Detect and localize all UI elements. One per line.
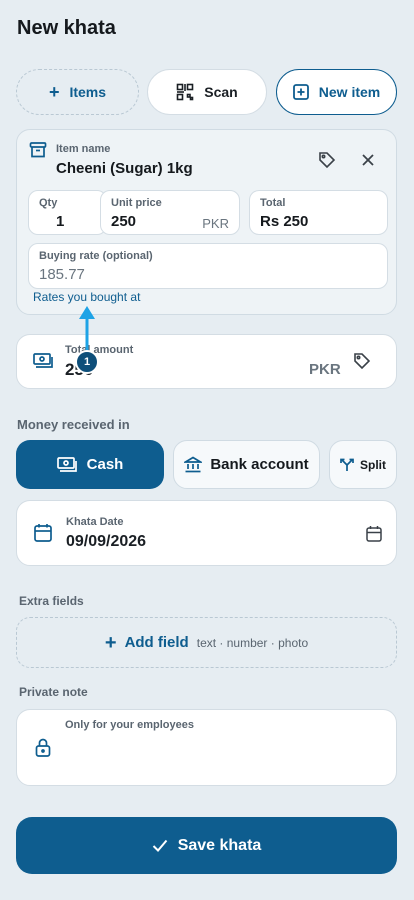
item-total-value: Rs 250: [260, 213, 309, 230]
split-icon: [340, 458, 354, 472]
annotation-badge: 1: [75, 350, 99, 374]
plus-square-icon: [292, 84, 309, 100]
item-name-label: Item name: [56, 143, 111, 155]
cash-notes-icon: [33, 353, 53, 369]
tag-icon[interactable]: [353, 352, 371, 370]
check-icon: [152, 839, 168, 852]
save-khata-button[interactable]: Save khata: [16, 817, 397, 874]
archive-box-icon: [29, 141, 47, 159]
plus-icon: +: [48, 82, 60, 102]
total-amount-currency: PKR: [309, 361, 341, 378]
items-button-label: Items: [69, 84, 107, 100]
save-khata-label: Save khata: [177, 836, 262, 854]
new-item-button[interactable]: New item: [276, 69, 397, 115]
unit-price-value: 250: [111, 213, 137, 230]
khata-date-value: 09/09/2026: [66, 533, 147, 550]
item-name-value[interactable]: Cheeni (Sugar) 1kg: [56, 160, 193, 177]
payment-option-cash-label: Cash: [86, 456, 124, 473]
buying-rate-label: Buying rate (optional): [39, 250, 153, 262]
item-card: Item name Cheeni (Sugar) 1kg Qty 1 Unit …: [16, 129, 397, 315]
payment-option-bank[interactable]: Bank account: [173, 440, 320, 489]
khata-date-field[interactable]: Khata Date 09/09/2026: [16, 500, 397, 566]
bank-icon: [184, 456, 203, 474]
payment-option-split[interactable]: Split: [329, 440, 397, 489]
item-total-label: Total: [260, 197, 286, 209]
unit-price-currency: PKR: [202, 216, 229, 231]
payment-option-cash[interactable]: Cash: [16, 440, 164, 489]
buying-rate-hint: Rates you bought at: [33, 290, 141, 304]
scan-button[interactable]: Scan: [147, 69, 267, 115]
qty-label: Qty: [39, 197, 58, 209]
private-note-label: Private note: [19, 685, 88, 699]
unit-price-label: Unit price: [111, 197, 162, 209]
money-received-label: Money received in: [17, 417, 130, 432]
close-icon[interactable]: [360, 152, 376, 168]
private-note-placeholder: Only for your employees: [65, 719, 194, 731]
private-note-input[interactable]: Only for your employees: [16, 709, 397, 786]
page-title: New khata: [17, 17, 116, 39]
add-field-label: Add field: [124, 634, 189, 651]
extra-fields-label: Extra fields: [19, 594, 84, 608]
qty-field[interactable]: Qty 1: [28, 190, 107, 235]
unit-price-field[interactable]: Unit price 250 PKR: [100, 190, 240, 235]
item-total-field: Total Rs 250: [249, 190, 388, 235]
lock-icon: [35, 738, 51, 757]
calendar-icon[interactable]: [366, 525, 382, 542]
add-field-button[interactable]: + Add field text · number · photo: [16, 617, 397, 668]
payment-option-bank-label: Bank account: [210, 456, 309, 473]
cash-notes-icon: [56, 456, 77, 473]
add-field-types-hint: text · number · photo: [196, 635, 309, 650]
tag-icon[interactable]: [318, 151, 336, 169]
payment-option-split-label: Split: [360, 457, 386, 472]
items-button[interactable]: + Items: [16, 69, 139, 115]
new-item-button-label: New item: [318, 84, 381, 100]
buying-rate-value: 185.77: [39, 266, 85, 283]
khata-date-label: Khata Date: [66, 516, 124, 528]
qr-scan-icon: [176, 83, 194, 101]
buying-rate-field[interactable]: Buying rate (optional) 185.77: [28, 243, 388, 289]
qty-value: 1: [56, 213, 65, 230]
calendar-icon: [34, 523, 52, 542]
plus-icon: +: [104, 631, 117, 654]
scan-button-label: Scan: [204, 84, 238, 100]
